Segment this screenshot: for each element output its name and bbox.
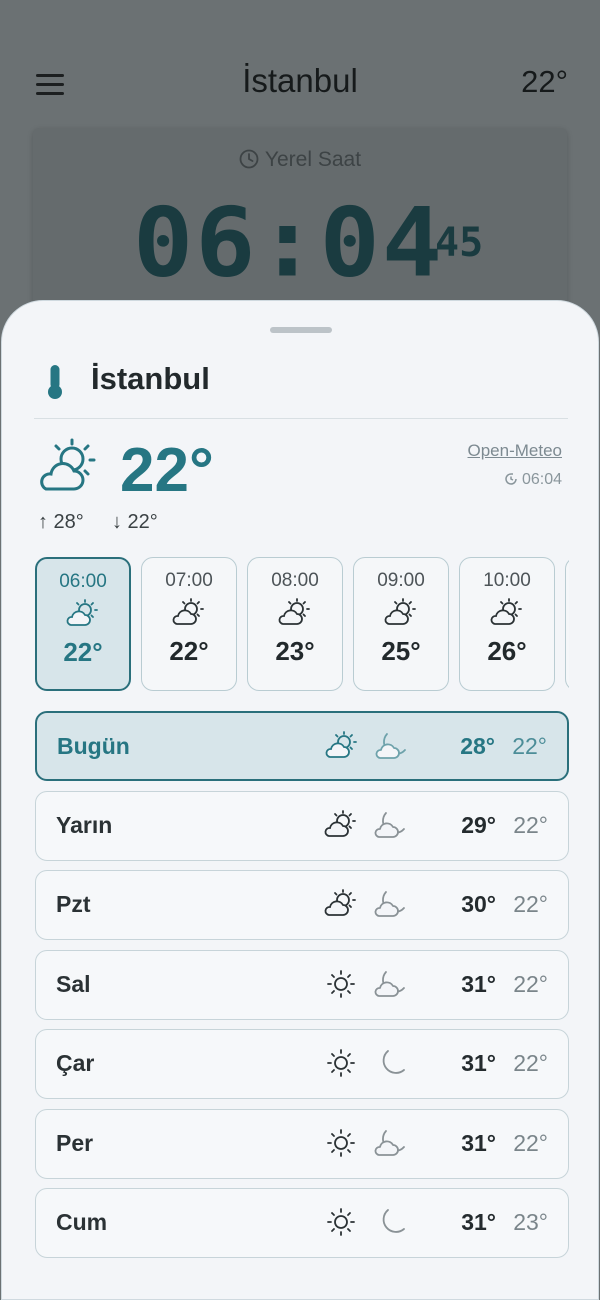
sun-icon [324,1048,358,1083]
hour-card[interactable]: 10:00 26° [459,557,555,691]
partly-sunny-icon [142,598,236,632]
partly-cloudy-night-icon [374,969,408,1004]
hour-card[interactable]: 07:00 22° [141,557,237,691]
day-name: Yarın [56,811,113,838]
sheet-city-name: İstanbul [91,361,210,396]
day-row[interactable]: Per 31° 22° [35,1108,569,1179]
day-high: 31° [461,1129,496,1156]
clock-label-row: Yerel Saat [33,148,567,175]
day-name: Çar [56,1050,95,1076]
day-high: 30° [461,891,496,917]
day-high: 31° [461,970,496,997]
day-name: Bugün [57,733,130,759]
clock-icon [239,149,259,175]
hour-time: 10:00 [483,570,531,591]
hour-temp: 22° [169,636,209,666]
moon-icon [374,1207,408,1242]
current-temp-badge: 22° [521,64,568,99]
hour-time: 07:00 [165,570,213,591]
hour-time: 08:00 [271,570,319,591]
hour-temp: 23° [275,636,315,666]
partly-sunny-icon [325,731,359,766]
day-low: 23° [513,1209,548,1235]
last-updated-time: 06:04 [521,471,562,488]
last-updated: 06:04 [504,471,562,491]
weather-bottom-sheet: İstanbul 22° ↑ 28° ↓ 22° Open-Meteo 06:0… [1,300,599,1300]
hour-temp: 22° [63,637,103,667]
hour-time: 09:00 [377,570,425,591]
day-low: 22° [513,811,548,838]
current-temperature: 22° [120,436,214,505]
day-low: 22° [513,1129,548,1156]
hour-temp: 25° [381,636,421,666]
partly-sunny-icon [354,598,448,632]
partly-cloudy-night-icon [374,889,408,924]
partly-sunny-icon [324,889,358,924]
partly-sunny-icon [36,437,102,502]
partly-cloudy-night-icon [374,810,408,845]
day-name: Pzt [56,891,91,917]
day-row[interactable]: Bugün 28° 22° [35,711,569,781]
hour-card[interactable]: 06:00 22° [35,557,131,691]
day-name: Sal [56,970,91,997]
sun-icon [324,1128,358,1163]
hour-card[interactable]: 08:00 23° [247,557,343,691]
city-title: İstanbul [242,62,358,99]
sheet-header: İstanbul [34,359,568,419]
hour-time: 06:00 [59,571,107,592]
data-source-link[interactable]: Open-Meteo [468,441,563,461]
day-row[interactable]: Sal 31° 22° [35,949,569,1020]
hour-temp: 26° [487,636,527,666]
clock-time: 06:04 [133,186,445,299]
day-row[interactable]: Pzt 30° 22° [35,870,569,940]
day-name: Cum [56,1209,108,1235]
partly-sunny-icon [324,809,358,845]
hourly-forecast-list[interactable]: 06:00 22° 07:00 22° 08:00 23° 09:00 25° 10:0… [35,557,569,691]
sheet-drag-handle[interactable] [270,327,332,333]
top-app-bar: İstanbul 22° [0,0,600,130]
today-high: ↑ 28° [38,511,84,533]
day-row[interactable]: Çar 31° 22° [35,1029,569,1099]
day-high: 31° [461,1050,496,1076]
sun-icon [324,1207,358,1242]
clock-seconds: 45 [435,220,484,266]
day-row[interactable]: Yarın 29° 22° [35,790,569,861]
hour-card-partial[interactable] [565,557,569,691]
refresh-clock-icon [504,472,518,491]
day-low: 22° [513,891,548,917]
partly-cloudy-night-icon [375,731,409,766]
day-name: Per [56,1129,94,1156]
day-low: 22° [512,733,547,759]
thermometer-icon [44,363,66,406]
partly-cloudy-night-icon [374,1128,408,1163]
moon-icon [374,1048,408,1083]
day-high: 31° [461,1209,496,1235]
partly-sunny-icon [248,598,342,632]
day-row[interactable]: Cum 31° 23° [35,1188,569,1258]
clock-label: Yerel Saat [264,148,362,171]
partly-sunny-icon [460,598,554,632]
day-low: 22° [513,1050,548,1076]
partly-sunny-icon [37,599,129,633]
hour-card[interactable]: 09:00 25° [353,557,449,691]
current-weather: 22° ↑ 28° ↓ 22° Open-Meteo 06:04 [34,431,568,541]
day-high: 29° [461,811,496,838]
day-low: 22° [513,970,548,997]
today-low: ↓ 22° [112,511,158,533]
day-high: 28° [460,733,495,759]
sun-icon [324,969,358,1004]
